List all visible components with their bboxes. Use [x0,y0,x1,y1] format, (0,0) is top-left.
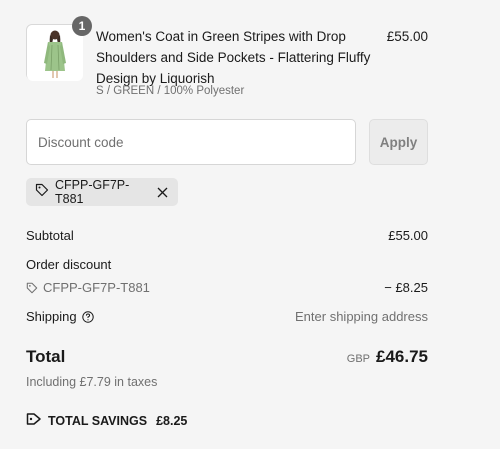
total-currency: GBP [346,353,370,365]
tag-icon [26,282,38,298]
total-savings: TOTAL SAVINGS £8.25 [26,412,187,429]
total-amount: £46.75 [376,347,428,366]
subtotal-value: £55.00 [388,228,428,243]
line-item: 1 Women's Coat in Green Stripes with Dro… [26,16,428,97]
shipping-row: Shipping Enter shipping address [26,309,428,327]
total-label: Total [26,347,66,366]
applied-discount-code: CFPP-GF7P-T881 [55,178,130,206]
order-discount-row: Order discount [26,257,428,273]
product-variant: S / GREEN / 100% Polyester [96,85,245,97]
product-title: Women's Coat in Green Stripes with Drop … [96,29,371,86]
applied-discount-tag: CFPP-GF7P-T881 [26,178,178,206]
discount-line-value: − £8.25 [384,280,428,295]
savings-label: TOTAL SAVINGS [48,413,148,428]
order-discount-label: Order discount [26,257,112,272]
product-price: £55.00 [386,29,428,44]
quantity-badge: 1 [72,16,92,36]
savings-value: £8.25 [156,413,188,428]
total-row: Total GBP £46.75 [26,347,428,369]
tag-icon [35,183,49,202]
discount-line-row: CFPP-GF7P-T881 − £8.25 [26,280,428,298]
product-thumbnail: 1 [26,16,92,81]
shipping-value: Enter shipping address [295,309,428,324]
help-icon[interactable] [81,311,94,327]
taxes-note: Including £7.79 in taxes [26,375,158,389]
discount-line-code: CFPP-GF7P-T881 [43,280,150,295]
close-icon[interactable] [156,185,169,199]
shipping-label: Shipping [26,309,77,324]
discount-code-input[interactable] [26,119,356,165]
subtotal-row: Subtotal £55.00 [26,228,428,244]
apply-button[interactable]: Apply [369,119,428,165]
subtotal-label: Subtotal [26,228,74,243]
tag-icon [26,412,42,429]
